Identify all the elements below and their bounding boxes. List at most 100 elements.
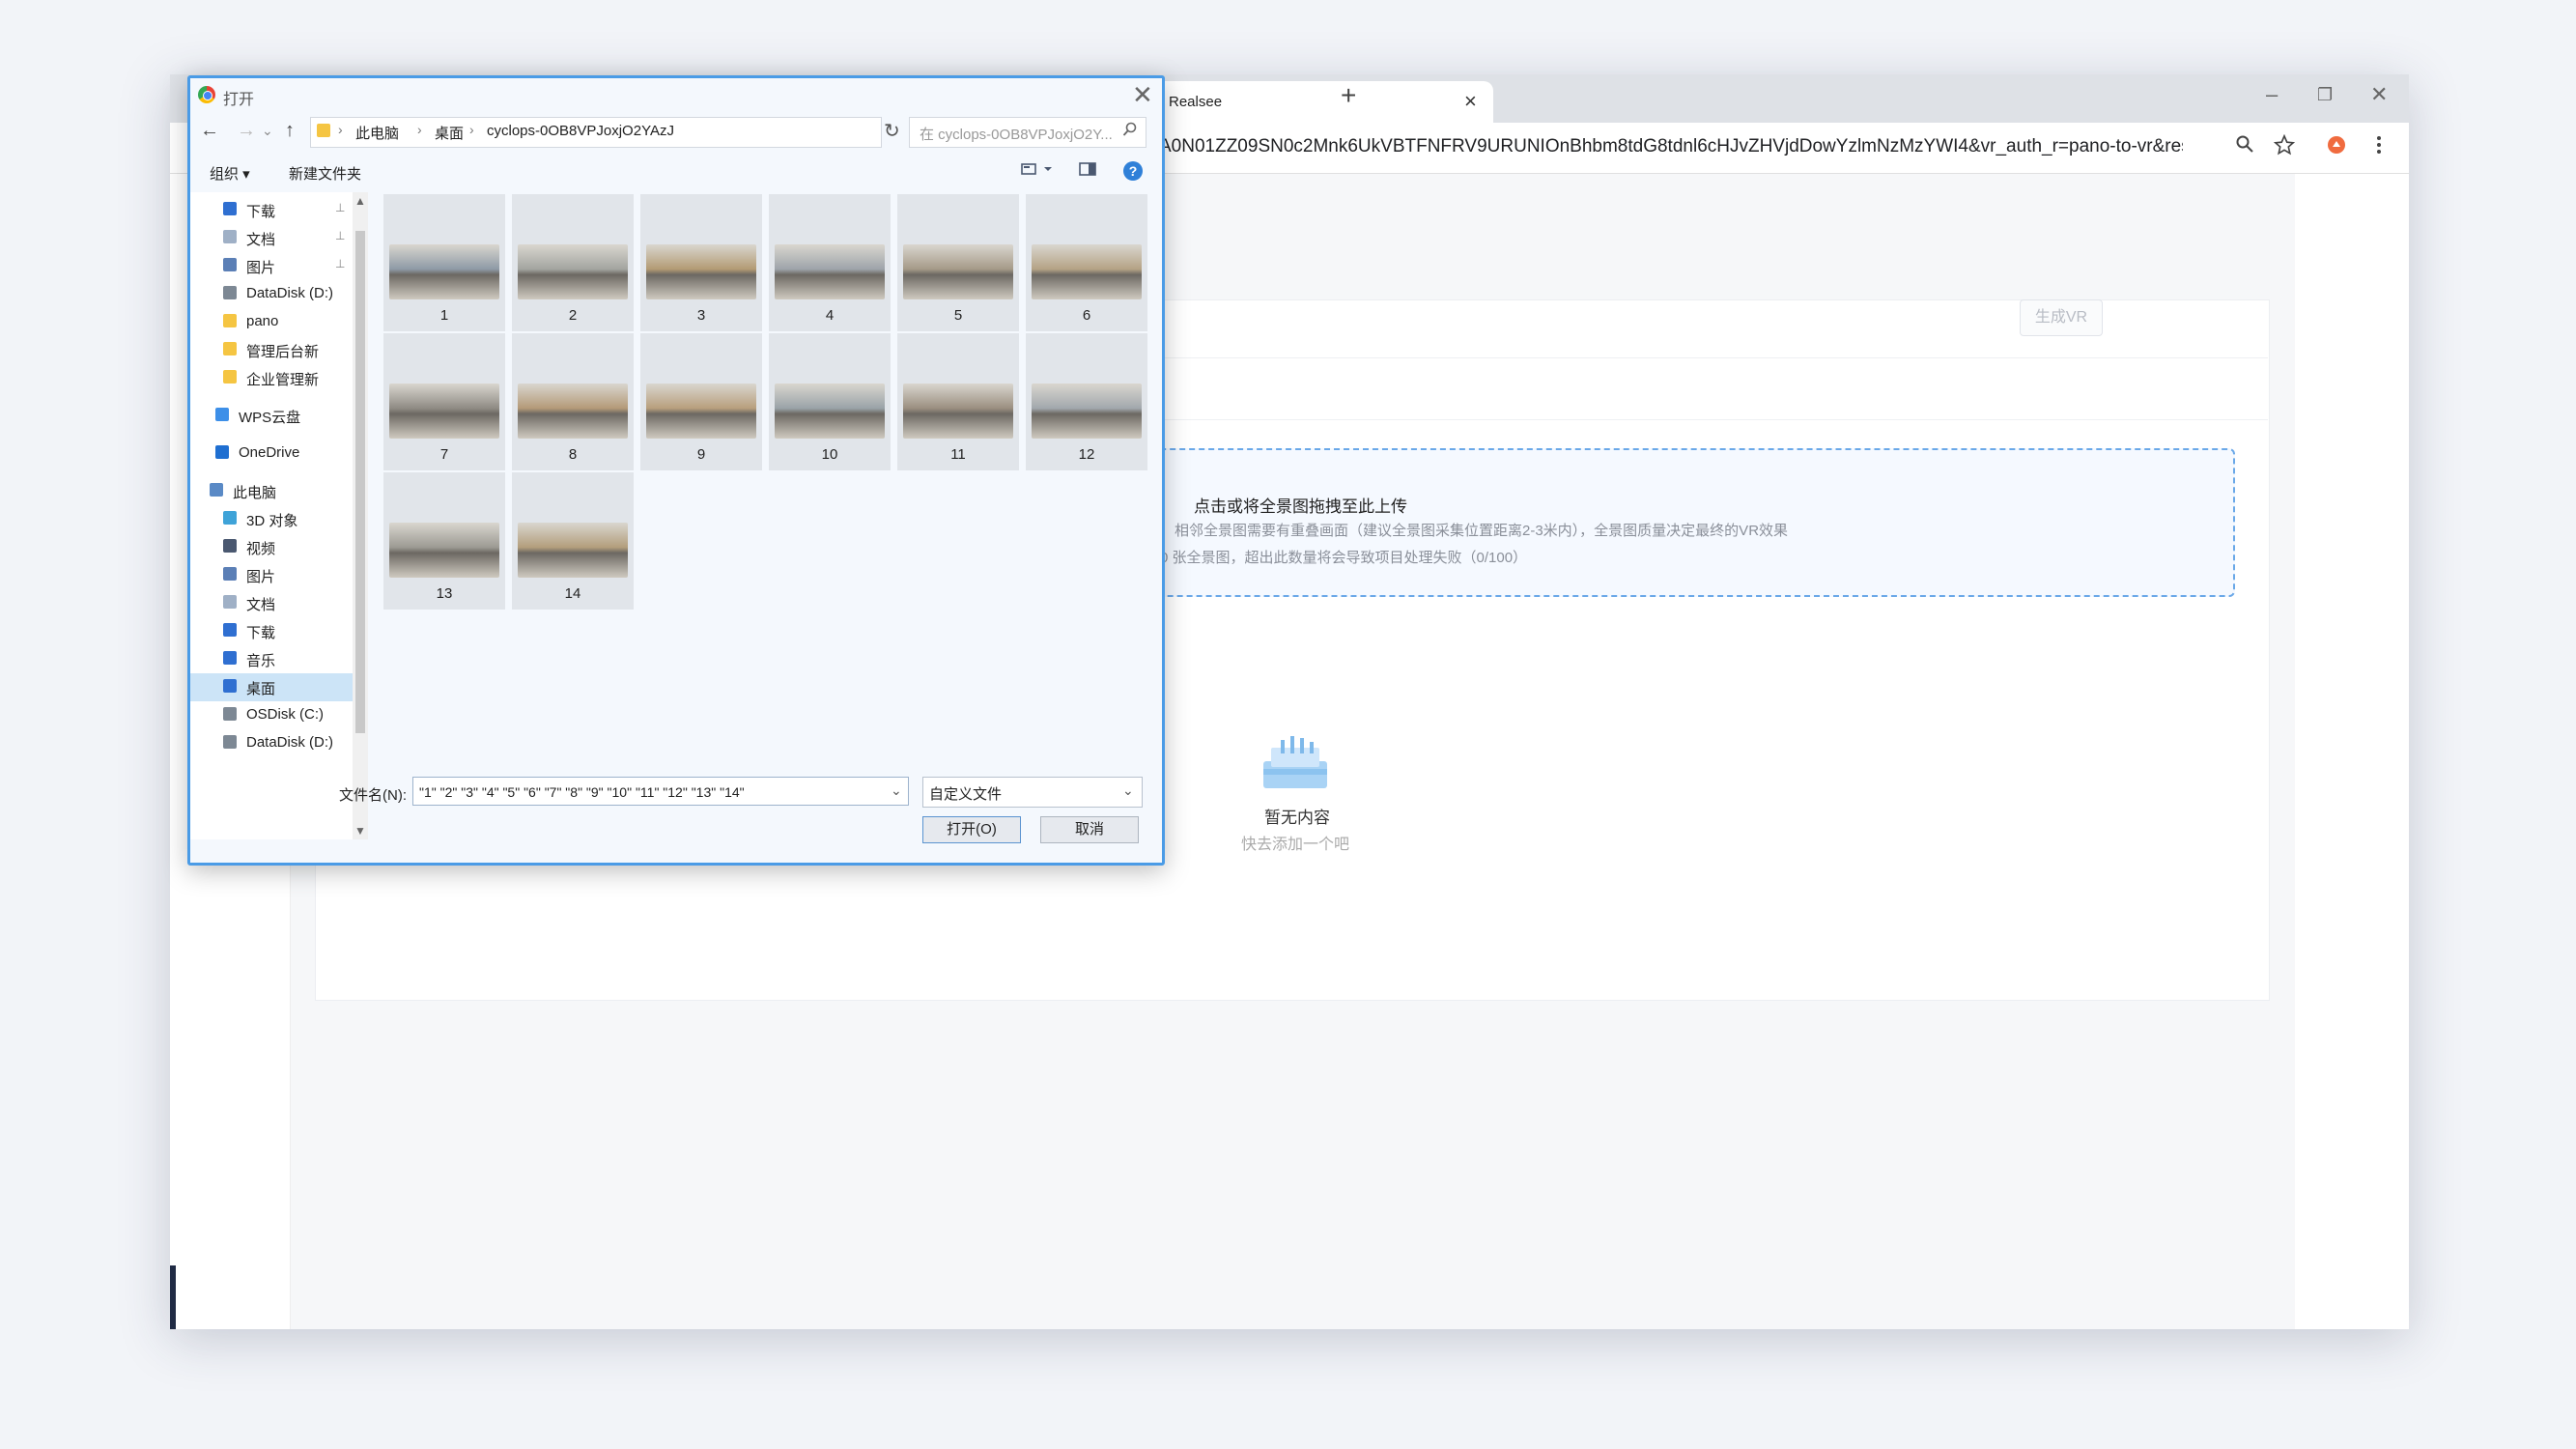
nav-item-label: 下载 <box>246 625 276 641</box>
file-item[interactable]: 2 <box>512 194 634 331</box>
zoom-icon[interactable] <box>2235 134 2254 159</box>
new-tab-button[interactable]: + <box>1341 80 1356 111</box>
nav-item-label: 桌面 <box>246 681 276 697</box>
preview-pane-icon[interactable] <box>1079 161 1096 182</box>
file-item[interactable]: 7 <box>383 333 505 470</box>
extension-icon[interactable] <box>2326 134 2347 161</box>
organize-menu[interactable]: 组织 ▾ <box>210 163 250 184</box>
nav-item-icon <box>223 651 237 665</box>
nav-item-label: pano <box>246 313 279 329</box>
address-bar[interactable]: › 此电脑 › 桌面 › cyclops-0OB8VPJoxjO2YAzJ ⌄ <box>310 117 986 148</box>
chevron-down-icon[interactable]: ⌄ <box>1122 782 1134 799</box>
kebab-menu-icon[interactable] <box>2376 134 2382 161</box>
nav-item[interactable]: 下载 ⊥ <box>190 196 353 224</box>
file-item[interactable]: 5 <box>897 194 1019 331</box>
panorama-thumbnail <box>1032 244 1142 299</box>
file-item[interactable]: 11 <box>897 333 1019 470</box>
file-item[interactable]: 6 <box>1026 194 1147 331</box>
file-item[interactable]: 4 <box>769 194 891 331</box>
window-close-button[interactable]: ✕ <box>2370 82 2388 107</box>
nav-item-label: OneDrive <box>239 444 300 461</box>
panorama-thumbnail <box>518 244 628 299</box>
file-item[interactable]: 10 <box>769 333 891 470</box>
nav-item[interactable]: DataDisk (D:) <box>190 729 353 757</box>
url-field[interactable]: A0N01ZZ09SN0c2Mnk6UkVBTFNFRV9URUNIOnBhbm… <box>1159 136 2183 157</box>
nav-item[interactable]: 视频 <box>190 533 353 561</box>
panorama-thumbnail <box>1032 384 1142 439</box>
nav-item-icon <box>223 595 237 609</box>
refresh-icon[interactable]: ↻ <box>884 119 900 143</box>
file-type-select[interactable]: 自定义文件 ⌄ <box>922 777 1143 808</box>
generate-vr-button[interactable]: 生成VR <box>2020 299 2103 336</box>
help-icon[interactable]: ? <box>1123 161 1143 181</box>
nav-item[interactable]: 3D 对象 <box>190 505 353 533</box>
nav-item-icon <box>223 707 237 721</box>
nav-item[interactable]: DataDisk (D:) <box>190 280 353 308</box>
nav-item[interactable]: 桌面 <box>190 673 353 701</box>
history-dropdown-icon[interactable]: ⌄ <box>262 123 273 139</box>
minimize-button[interactable]: – <box>2266 82 2278 107</box>
file-name: 4 <box>825 307 835 324</box>
back-arrow-icon[interactable]: ← <box>200 120 219 142</box>
folder-icon <box>317 124 330 137</box>
filename-input[interactable]: "1" "2" "3" "4" "5" "6" "7" "8" "9" "10"… <box>412 777 909 806</box>
breadcrumb-item[interactable]: cyclops-0OB8VPJoxjO2YAzJ <box>487 123 674 139</box>
panorama-thumbnail <box>646 384 756 439</box>
nav-item[interactable]: 图片 ⊥ <box>190 252 353 280</box>
navigation-pane: 下载 ⊥ 文档 ⊥ 图片 ⊥ DataDisk (D:) pano 管理后台新 企业管理新 WPS云… <box>190 192 354 839</box>
cancel-button[interactable]: 取消 <box>1040 816 1139 843</box>
nav-item[interactable]: OSDisk (C:) <box>190 701 353 729</box>
file-item[interactable]: 8 <box>512 333 634 470</box>
breadcrumb-item[interactable]: 此电脑 <box>355 123 399 143</box>
star-icon[interactable] <box>2273 133 2296 161</box>
nav-item-label: DataDisk (D:) <box>246 285 334 301</box>
file-item[interactable]: 1 <box>383 194 505 331</box>
nav-item[interactable]: 管理后台新 <box>190 336 353 364</box>
nav-item-label: DataDisk (D:) <box>246 734 334 751</box>
scroll-thumb[interactable] <box>355 231 365 733</box>
open-button[interactable]: 打开(O) <box>922 816 1021 843</box>
scroll-down-icon[interactable]: ▼ <box>354 824 366 838</box>
nav-item[interactable]: 文档 ⊥ <box>190 224 353 252</box>
nav-item-label: 音乐 <box>246 653 276 669</box>
nav-item[interactable]: OneDrive <box>190 440 353 468</box>
nav-item[interactable]: 下载 <box>190 617 353 645</box>
nav-item[interactable]: WPS云盘 <box>190 402 353 430</box>
scroll-up-icon[interactable]: ▲ <box>354 194 366 208</box>
file-item[interactable]: 9 <box>640 333 762 470</box>
nav-item[interactable]: 文档 <box>190 589 353 617</box>
nav-item-label: 3D 对象 <box>246 513 298 529</box>
nav-item[interactable]: 此电脑 <box>190 477 353 505</box>
nav-item-icon <box>223 539 237 553</box>
nav-item[interactable]: pano <box>190 308 353 336</box>
nav-item[interactable]: 企业管理新 <box>190 364 353 392</box>
nav-item-icon <box>215 408 229 421</box>
pin-icon: ⊥ <box>335 257 346 270</box>
new-folder-button[interactable]: 新建文件夹 <box>289 163 361 184</box>
view-options-icon[interactable] <box>1021 161 1054 182</box>
file-item[interactable]: 3 <box>640 194 762 331</box>
empty-state-title: 暂无内容 <box>1264 809 1330 827</box>
search-field[interactable]: 在 cyclops-0OB8VPJoxjO2Y... <box>909 117 1146 148</box>
browser-tab[interactable]: Realsee × <box>1146 81 1493 123</box>
file-type-value: 自定义文件 <box>929 786 1003 803</box>
file-item[interactable]: 14 <box>512 472 634 610</box>
nav-item[interactable]: 图片 <box>190 561 353 589</box>
nav-item-icon <box>223 230 237 243</box>
up-arrow-icon[interactable]: ↑ <box>285 120 295 142</box>
panorama-thumbnail <box>518 523 628 578</box>
tab-close-icon[interactable]: × <box>1464 89 1477 114</box>
forward-arrow-icon[interactable]: → <box>237 120 256 142</box>
nav-item[interactable]: 音乐 <box>190 645 353 673</box>
file-name: 5 <box>953 307 963 324</box>
restore-button[interactable]: ❐ <box>2317 85 2333 105</box>
nav-item-label: WPS云盘 <box>239 410 301 426</box>
panorama-thumbnail <box>389 384 499 439</box>
nav-scrollbar[interactable]: ▲ ▼ <box>353 192 368 839</box>
breadcrumb-item[interactable]: 桌面 <box>435 123 464 143</box>
file-name: 11 <box>950 446 966 463</box>
file-item[interactable]: 13 <box>383 472 505 610</box>
dialog-close-button[interactable]: ✕ <box>1132 80 1153 110</box>
file-item[interactable]: 12 <box>1026 333 1147 470</box>
chevron-down-icon[interactable]: ⌄ <box>891 782 902 799</box>
